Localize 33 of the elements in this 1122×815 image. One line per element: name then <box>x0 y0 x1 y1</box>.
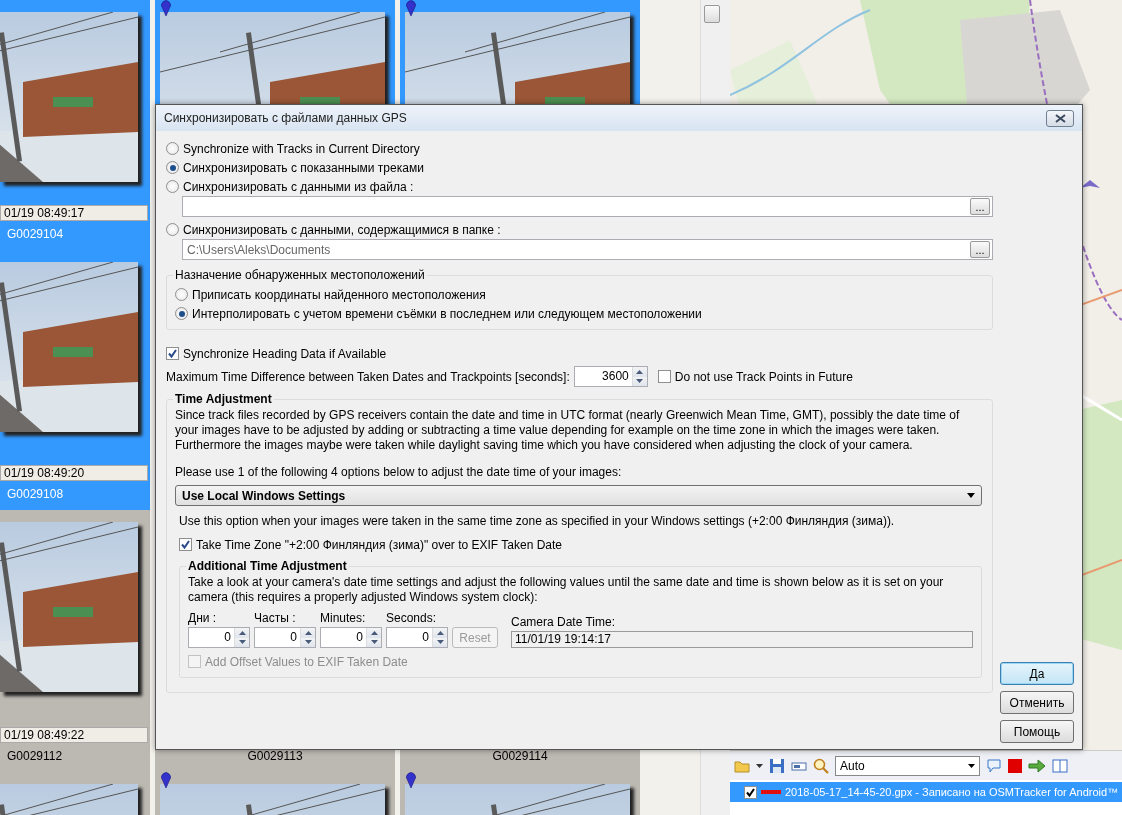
field-label: Дни : <box>188 610 218 627</box>
field-label: Часты : <box>254 610 297 627</box>
note-text: Use this option when your images were taken in the same time zone as specified in your Windows settings (+2:00 Финляндия (зима)). <box>179 514 896 529</box>
date-label: 01/19 08:49:20 <box>0 465 148 481</box>
field-label: Seconds: <box>386 610 438 627</box>
file-name: G0029112 <box>6 749 64 764</box>
prompt-text: Please use 1 of the following 4 options below to adjust the date time of your images: <box>175 465 623 480</box>
path-value: C:\Users\Aleks\Documents <box>187 241 331 259</box>
group-title: Time Adjustment <box>173 391 274 407</box>
date-time-field: 11/01/19 19:14:17 <box>511 631 973 648</box>
group-title: Назначение обнаруженных местоположений <box>173 267 427 283</box>
window-title: Синхронизировать с файлами данных GPS <box>164 110 407 127</box>
date-label: 01/19 08:49:17 <box>0 205 148 221</box>
file-name: G0029113 <box>246 749 304 764</box>
checkbox-label: Add Offset Values to EXIF Taken Date <box>205 653 408 671</box>
option-label: Интерполировать с учетом времени съёмки в последнем или следующем местоположении <box>192 305 702 323</box>
option-label: Синхронизировать с показанными треками <box>183 159 424 177</box>
file-name: G0029114 <box>491 749 549 764</box>
field-label: Minutes: <box>320 610 367 627</box>
checkbox-label: Take Time Zone "+2:00 Финляндия (зима)" over to EXIF Taken Date <box>196 536 562 554</box>
option-label: Synchronize with Tracks in Current Directory <box>183 140 420 158</box>
track-name: 2018-05-17_14-45-20.gpx - Записано на OSMTracker for Android™ <box>785 784 1119 800</box>
field-label: Camera Date Time: <box>511 614 617 631</box>
checkbox-label: Synchronize Heading Data if Available <box>183 345 387 363</box>
option-label: Синхронизировать с данными, содержащимися в папке : <box>183 221 501 239</box>
description-text: Since track files recorded by GPS receivers contain the date and time in UTC format (nearly Greenwich Mean Time, GMT), possibly the date time of your images have to be adjusted by adding or subtracting a time value depending for example on the time zone in which the images were taken. Furthermore the images maybe were taken while daylight saving time which you have considered when adjusting the clock of your camera. <box>175 408 961 453</box>
description-text: Take a look at your camera's date time settings and adjust the following values until the same date and time is shown below as it is set on your camera (this requires a properly adjusted Windows system clock): <box>188 575 945 605</box>
field-label: Maximum Time Difference between Taken Dates and Trackpoints [seconds]: <box>166 368 570 386</box>
option-label: Приписать координаты найденного местоположения <box>192 286 486 304</box>
option-label: Синхронизировать с данными из файла : <box>183 178 414 196</box>
group-title: Additional Time Adjustment <box>186 558 349 574</box>
checkbox-label: Do not use Track Points in Future <box>674 368 853 386</box>
date-label: 01/19 08:49:22 <box>0 727 148 743</box>
